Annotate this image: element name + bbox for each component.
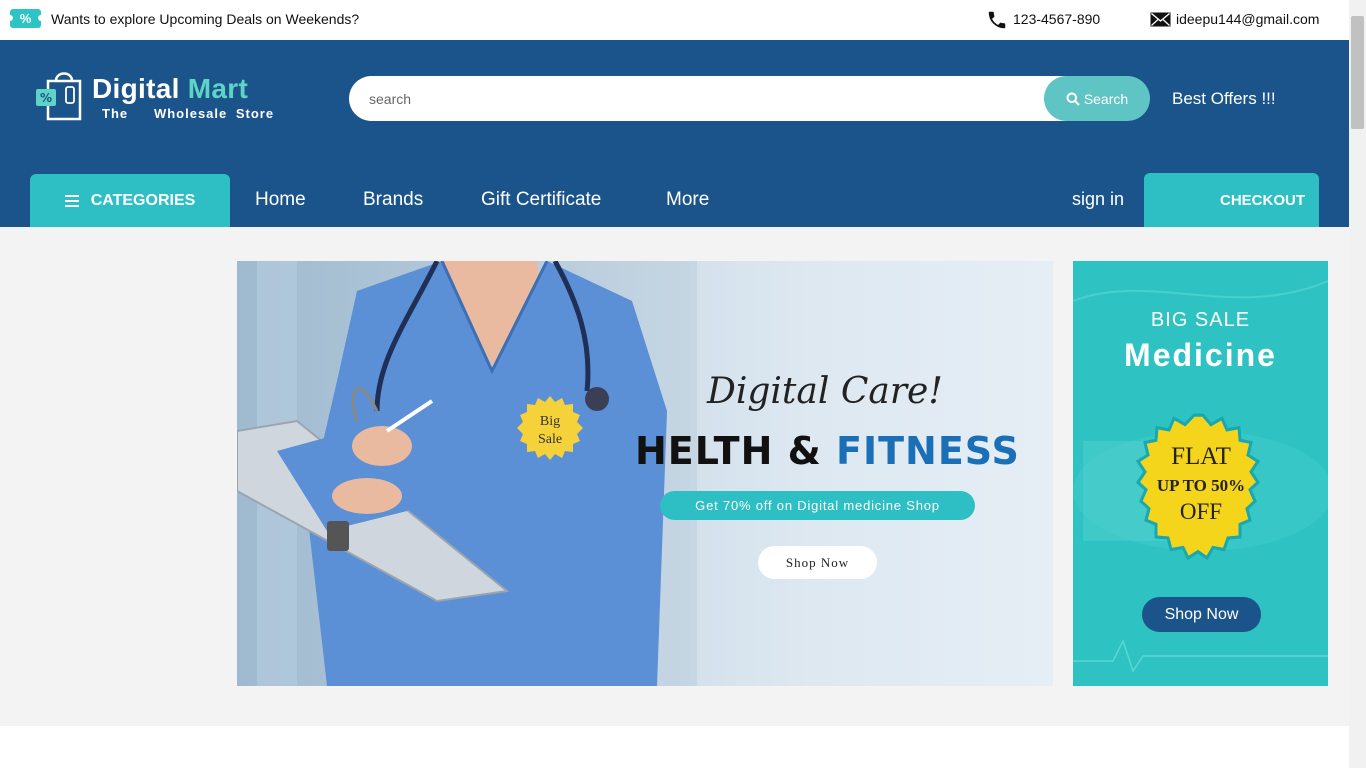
flat-line1: FLAT <box>1171 443 1231 470</box>
scrollbar-thumb[interactable] <box>1351 16 1364 129</box>
logo-name[interactable]: Digital Mart <box>92 73 248 105</box>
phone-icon <box>988 11 1006 29</box>
menu-icon <box>64 194 79 207</box>
nurse-illustration <box>237 261 697 686</box>
hero-script-title: Digital Care! <box>707 371 943 412</box>
below-fold-section <box>0 726 1349 768</box>
categories-button[interactable]: CATEGORIES <box>30 174 230 227</box>
big-sale-badge-text: Big Sale <box>520 413 580 449</box>
checkout-label: CHECKOUT <box>1220 191 1305 209</box>
site-header: % Digital Mart The Wholesale Store Searc… <box>0 40 1349 227</box>
side-banner-title: Medicine <box>1124 337 1277 373</box>
best-offers-link[interactable]: Best Offers !!! <box>1172 89 1276 109</box>
hero-headline: HELTH & FITNESS <box>635 429 1020 473</box>
side-banner-subtitle: BIG SALE <box>1150 309 1251 331</box>
nav-home[interactable]: Home <box>255 189 306 211</box>
side-banner[interactable]: BIG SALE Medicine FLAT UP TO 50% OFF Sho… <box>1073 261 1328 686</box>
shopping-bag-logo-icon[interactable]: % <box>34 69 86 121</box>
hero-headline-part2: FITNESS <box>836 429 1020 473</box>
side-shop-now-button[interactable]: Shop Now <box>1142 597 1261 632</box>
badge-line2: Sale <box>537 432 563 447</box>
search-icon <box>1066 92 1080 106</box>
checkout-button[interactable]: CHECKOUT <box>1144 173 1319 227</box>
main-content: Big Sale Digital Care! HELTH & FITNESS Ge… <box>0 227 1349 726</box>
sign-in-link[interactable]: sign in <box>1072 189 1124 210</box>
hero-offer-pill: Get 70% off on Digital medicine Shop <box>660 491 975 520</box>
search-button-label: Search <box>1083 90 1129 107</box>
mail-icon <box>1150 12 1171 27</box>
email-address[interactable]: ideepu144@gmail.com <box>1176 11 1319 27</box>
search-input[interactable] <box>349 76 1069 121</box>
nav-gift-certificate[interactable]: Gift Certificate <box>481 189 601 211</box>
flat-line2: UP TO 50% <box>1156 476 1246 495</box>
top-announcement-bar: % Wants to explore Upcoming Deals on Wee… <box>0 0 1349 40</box>
hero-headline-part1: HELTH & <box>635 429 837 473</box>
phone-number[interactable]: 123-4567-890 <box>1013 11 1100 27</box>
hero-shop-now-button[interactable]: Shop Now <box>758 546 877 579</box>
flat-line3: OFF <box>1179 499 1223 524</box>
badge-line1: Big <box>539 414 561 429</box>
hero-banner[interactable]: Big Sale Digital Care! HELTH & FITNESS Ge… <box>237 261 1053 686</box>
svg-text:%: % <box>40 91 52 105</box>
categories-label: CATEGORIES <box>90 191 196 209</box>
logo-tagline: The Wholesale Store <box>102 106 275 121</box>
logo-name-part2: Mart <box>187 73 249 104</box>
nav-more[interactable]: More <box>666 189 709 211</box>
percent-ticket-icon: % <box>7 9 44 28</box>
nav-brands[interactable]: Brands <box>363 189 423 211</box>
promo-text: Wants to explore Upcoming Deals on Weeke… <box>51 11 360 27</box>
logo-name-part1: Digital <box>92 73 180 104</box>
search-button[interactable]: Search <box>1044 76 1150 121</box>
